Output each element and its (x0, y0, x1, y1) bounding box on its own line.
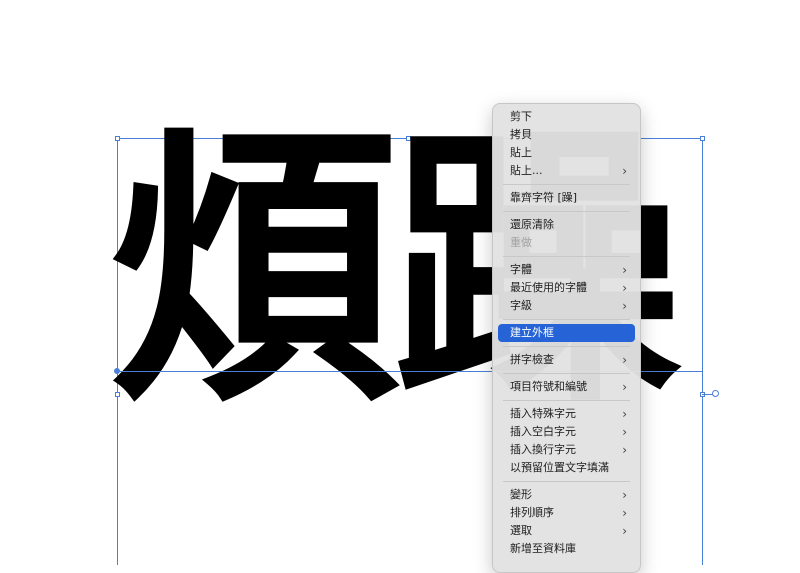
artboard-canvas[interactable]: 煩躁 (0, 0, 800, 565)
menu-separator (503, 319, 630, 320)
menu-item[interactable]: 變形 › (498, 486, 635, 504)
menu-item-label: 還原清除 (510, 218, 554, 231)
menu-item-label: 靠齊字符 [躁] (510, 191, 578, 204)
menu-item[interactable]: 剪下 (498, 108, 635, 126)
chevron-right-icon: › (622, 263, 627, 277)
menu-item[interactable]: 插入空白字元 › (498, 423, 635, 441)
menu-item-label: 排列順序 (510, 506, 554, 519)
baseline-anchor-point (114, 368, 120, 374)
menu-separator (503, 373, 630, 374)
menu-item[interactable]: 字級 › (498, 297, 635, 315)
menu-item[interactable]: 字體 › (498, 261, 635, 279)
menu-item-label: 建立外框 (510, 326, 554, 339)
menu-item-label: 最近使用的字體 (510, 281, 587, 294)
chevron-right-icon: › (622, 443, 627, 457)
menu-item-label: 項目符號和編號 (510, 380, 587, 393)
menu-item-label: 以預留位置文字填滿 (510, 461, 609, 474)
menu-item-label: 插入特殊字元 (510, 407, 576, 420)
menu-item[interactable]: 排列順序 › (498, 504, 635, 522)
menu-item[interactable]: 最近使用的字體 › (498, 279, 635, 297)
chevron-right-icon: › (622, 299, 627, 313)
chevron-right-icon: › (622, 524, 627, 538)
context-menu: 剪下拷貝貼上貼上... › 靠齊字符 [躁] 還原清除重做字體 › 最近使用的字體 › 字級 ›… (492, 103, 641, 573)
menu-item-label: 插入空白字元 (510, 425, 576, 438)
menu-item-label: 貼上 (510, 146, 532, 159)
menu-item-label: 拼字檢查 (510, 353, 554, 366)
text-out-port[interactable] (712, 390, 719, 397)
menu-item-label: 字級 (510, 299, 532, 312)
selection-bbox-right (702, 138, 703, 565)
menu-item-label: 插入換行字元 (510, 443, 576, 456)
menu-item[interactable]: 項目符號和編號 › (498, 378, 635, 396)
chevron-right-icon: › (622, 425, 627, 439)
menu-item-label: 拷貝 (510, 128, 532, 141)
menu-item[interactable]: 靠齊字符 [躁] (498, 189, 635, 207)
menu-item[interactable]: 貼上... › (498, 162, 635, 180)
chevron-right-icon: › (622, 407, 627, 421)
menu-item[interactable]: 拼字檢查 › (498, 351, 635, 369)
menu-item[interactable]: 插入特殊字元 › (498, 405, 635, 423)
menu-separator (503, 184, 630, 185)
chevron-right-icon: › (622, 506, 627, 520)
chevron-right-icon: › (622, 164, 627, 178)
menu-item[interactable]: 建立外框 (498, 324, 635, 342)
menu-item-label: 剪下 (510, 110, 532, 123)
selection-handle-top-right[interactable] (700, 136, 705, 141)
menu-item-label: 變形 (510, 488, 532, 501)
menu-item[interactable]: 新增至資料庫 (498, 540, 635, 558)
menu-separator (503, 400, 630, 401)
chevron-right-icon: › (622, 488, 627, 502)
menu-item[interactable]: 貼上 (498, 144, 635, 162)
chevron-right-icon: › (622, 281, 627, 295)
menu-item-label: 字體 (510, 263, 532, 276)
menu-item: 重做 (498, 234, 635, 252)
menu-separator (503, 211, 630, 212)
menu-item[interactable]: 選取 › (498, 522, 635, 540)
chevron-right-icon: › (622, 353, 627, 367)
menu-item[interactable]: 還原清除 (498, 216, 635, 234)
menu-item[interactable]: 插入換行字元 › (498, 441, 635, 459)
menu-item-label: 新增至資料庫 (510, 542, 576, 555)
menu-separator (503, 256, 630, 257)
menu-item[interactable]: 拷貝 (498, 126, 635, 144)
menu-item-label: 選取 (510, 524, 532, 537)
menu-separator (503, 346, 630, 347)
menu-separator (503, 481, 630, 482)
chevron-right-icon: › (622, 380, 627, 394)
menu-item[interactable]: 以預留位置文字填滿 (498, 459, 635, 477)
menu-item-label: 重做 (510, 236, 532, 249)
menu-item-label: 貼上... (510, 164, 543, 177)
